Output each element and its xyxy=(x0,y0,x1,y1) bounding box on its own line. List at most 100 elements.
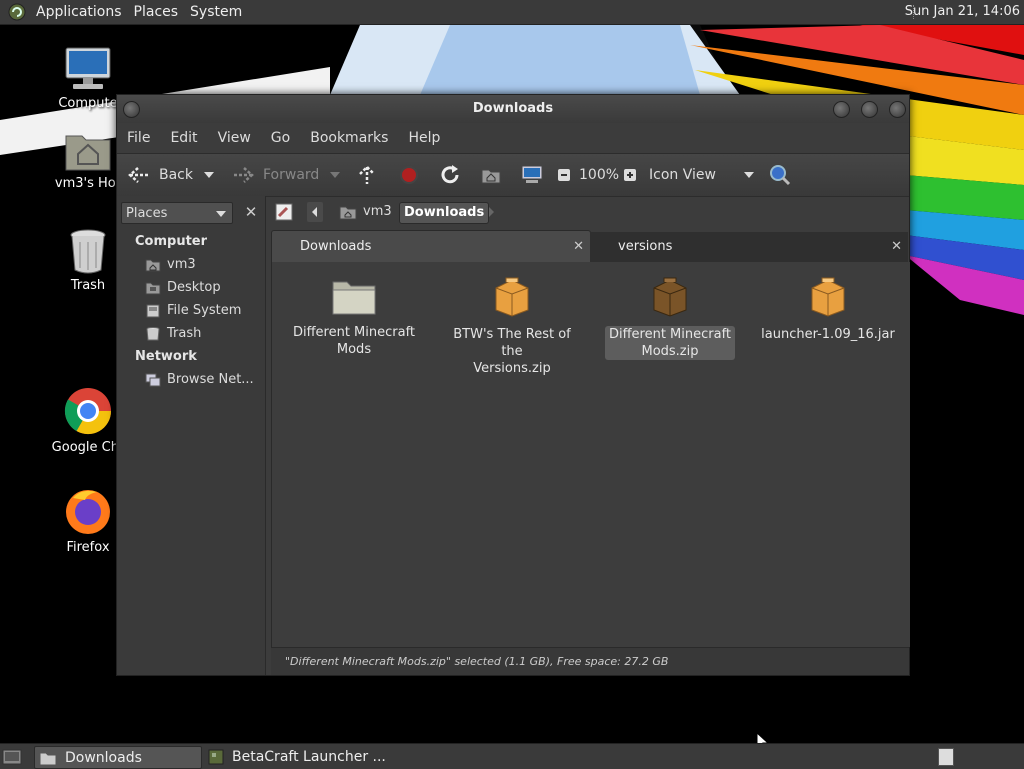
view-mode-label: Icon View xyxy=(649,167,716,183)
home-folder-icon xyxy=(145,259,161,271)
close-icon: ✕ xyxy=(244,203,258,221)
archive-icon xyxy=(811,277,845,317)
close-button[interactable] xyxy=(889,101,906,118)
tab-label: versions xyxy=(618,239,673,254)
betacraft-icon xyxy=(208,749,224,764)
up-arrow-icon xyxy=(359,165,375,184)
view-mode-select[interactable]: Icon View xyxy=(649,154,755,196)
tab-downloads[interactable]: Downloads ✕ xyxy=(271,230,591,263)
places-menu[interactable]: Places xyxy=(128,0,185,24)
taskbar-item-label: Downloads xyxy=(65,749,142,766)
computer-button[interactable] xyxy=(521,154,543,196)
desktop-folder-icon xyxy=(145,282,161,294)
path-scroll-right-button[interactable] xyxy=(483,202,499,222)
network-icon xyxy=(145,373,161,386)
firefox-icon xyxy=(66,490,110,534)
menu-edit[interactable]: Edit xyxy=(160,130,207,146)
sidebar-type-label: Places xyxy=(126,206,168,221)
file-view[interactable]: Different Minecraft Mods BTW's The Rest … xyxy=(271,262,910,752)
home-folder-icon xyxy=(339,206,357,220)
path-crumb-vm3[interactable]: vm3 xyxy=(339,202,392,222)
window-titlebar[interactable]: Downloads xyxy=(117,95,909,123)
minimize-button[interactable] xyxy=(833,101,850,118)
menu-file[interactable]: File xyxy=(117,130,160,146)
file-manager-window: Downloads File Edit View Go Bookmarks He… xyxy=(116,94,910,752)
sidebar: Places ✕ Computer vm3 Desktop File Syste… xyxy=(117,196,266,675)
sidebar-item-label: vm3 xyxy=(167,257,196,272)
archive-icon xyxy=(653,277,687,317)
file-item[interactable]: launcher-1.09_16.jar xyxy=(758,276,898,343)
chevron-left-icon xyxy=(312,207,317,217)
sidebar-item-label: File System xyxy=(167,303,242,318)
applications-menu[interactable]: Applications xyxy=(30,0,128,24)
sidebar-item-desktop[interactable]: Desktop xyxy=(145,280,221,295)
forward-label: Forward xyxy=(263,167,320,183)
chevron-right-icon xyxy=(489,207,494,217)
sidebar-item-browse-network[interactable]: Browse Net... xyxy=(145,372,254,387)
sidebar-item-label: Desktop xyxy=(167,280,221,295)
menu-help[interactable]: Help xyxy=(398,130,450,146)
forward-button[interactable]: Forward xyxy=(231,154,319,196)
status-bar: "Different Minecraft Mods.zip" selected … xyxy=(271,647,909,675)
file-item[interactable]: Different Minecraft Mods xyxy=(284,276,424,358)
zoom-out-button[interactable] xyxy=(557,154,571,196)
edit-location-icon xyxy=(275,203,293,221)
chevron-down-icon xyxy=(744,172,754,178)
sidebar-item-vm3[interactable]: vm3 xyxy=(145,257,196,272)
show-desktop-button[interactable] xyxy=(2,746,24,767)
path-scroll-left-button[interactable] xyxy=(307,202,323,222)
workspace-1[interactable] xyxy=(938,747,954,766)
search-icon xyxy=(770,165,791,186)
bottom-panel: Downloads BetaCraft Launcher ... xyxy=(0,743,1024,769)
sidebar-item-file-system[interactable]: File System xyxy=(145,303,241,318)
computer-icon xyxy=(521,165,543,183)
zoom-in-button[interactable] xyxy=(623,154,637,196)
file-name: launcher-1.09_16.jar xyxy=(761,327,895,342)
top-panel: Applications Places System Sun Jan 21, 1… xyxy=(0,0,1024,25)
file-name: Different Minecraft Mods.zip xyxy=(604,326,736,360)
menu-view[interactable]: View xyxy=(208,130,261,146)
sidebar-type-select[interactable]: Places xyxy=(121,202,233,224)
chevron-down-icon xyxy=(330,172,340,178)
close-tab-icon[interactable]: ✕ xyxy=(891,239,902,254)
taskbar-item-betacraft[interactable]: BetaCraft Launcher ... xyxy=(206,746,406,767)
file-item-selected[interactable]: Different Minecraft Mods.zip xyxy=(600,276,740,360)
clock[interactable]: Sun Jan 21, 14:06 xyxy=(905,0,1020,24)
sidebar-heading-computer: Computer xyxy=(135,234,208,249)
menu-go[interactable]: Go xyxy=(261,130,300,146)
back-history-dropdown[interactable] xyxy=(203,154,215,196)
up-button[interactable] xyxy=(357,154,377,196)
path-crumb-downloads[interactable]: Downloads xyxy=(399,202,490,224)
menu-bookmarks[interactable]: Bookmarks xyxy=(300,130,398,146)
show-desktop-icon xyxy=(2,749,22,764)
distro-logo-icon[interactable] xyxy=(8,3,26,21)
sidebar-item-label: Browse Net... xyxy=(167,372,254,387)
maximize-button[interactable] xyxy=(861,101,878,118)
file-name: Different Minecraft Mods xyxy=(292,325,416,357)
window-title: Downloads xyxy=(472,101,554,116)
home-button[interactable] xyxy=(481,154,501,196)
workspace-switcher[interactable] xyxy=(938,746,956,767)
search-button[interactable] xyxy=(769,154,791,196)
zoom-level[interactable]: 100% xyxy=(579,154,619,196)
file-name: BTW's The Rest of the Versions.zip xyxy=(453,327,571,376)
menubar: File Edit View Go Bookmarks Help xyxy=(117,123,909,153)
stop-button[interactable] xyxy=(399,154,419,196)
file-item[interactable]: BTW's The Rest of the Versions.zip xyxy=(442,276,582,377)
chrome-icon xyxy=(64,388,112,435)
tab-versions[interactable]: versions ✕ xyxy=(590,232,908,263)
path-crumb-label: vm3 xyxy=(363,204,392,219)
location-bar: vm3 Downloads xyxy=(269,196,909,228)
reload-button[interactable] xyxy=(439,154,461,196)
status-text: "Different Minecraft Mods.zip" selected … xyxy=(285,655,669,668)
close-tab-icon[interactable]: ✕ xyxy=(573,239,584,254)
taskbar-item-downloads[interactable]: Downloads xyxy=(34,746,202,769)
toggle-location-entry-button[interactable] xyxy=(275,202,293,222)
back-button[interactable]: Back xyxy=(127,154,193,196)
system-menu[interactable]: System xyxy=(184,0,248,24)
home-folder-icon xyxy=(65,135,111,171)
chevron-down-icon xyxy=(216,211,226,217)
close-sidebar-button[interactable]: ✕ xyxy=(241,202,261,222)
forward-history-dropdown[interactable] xyxy=(329,154,341,196)
sidebar-item-trash[interactable]: Trash xyxy=(145,326,201,341)
